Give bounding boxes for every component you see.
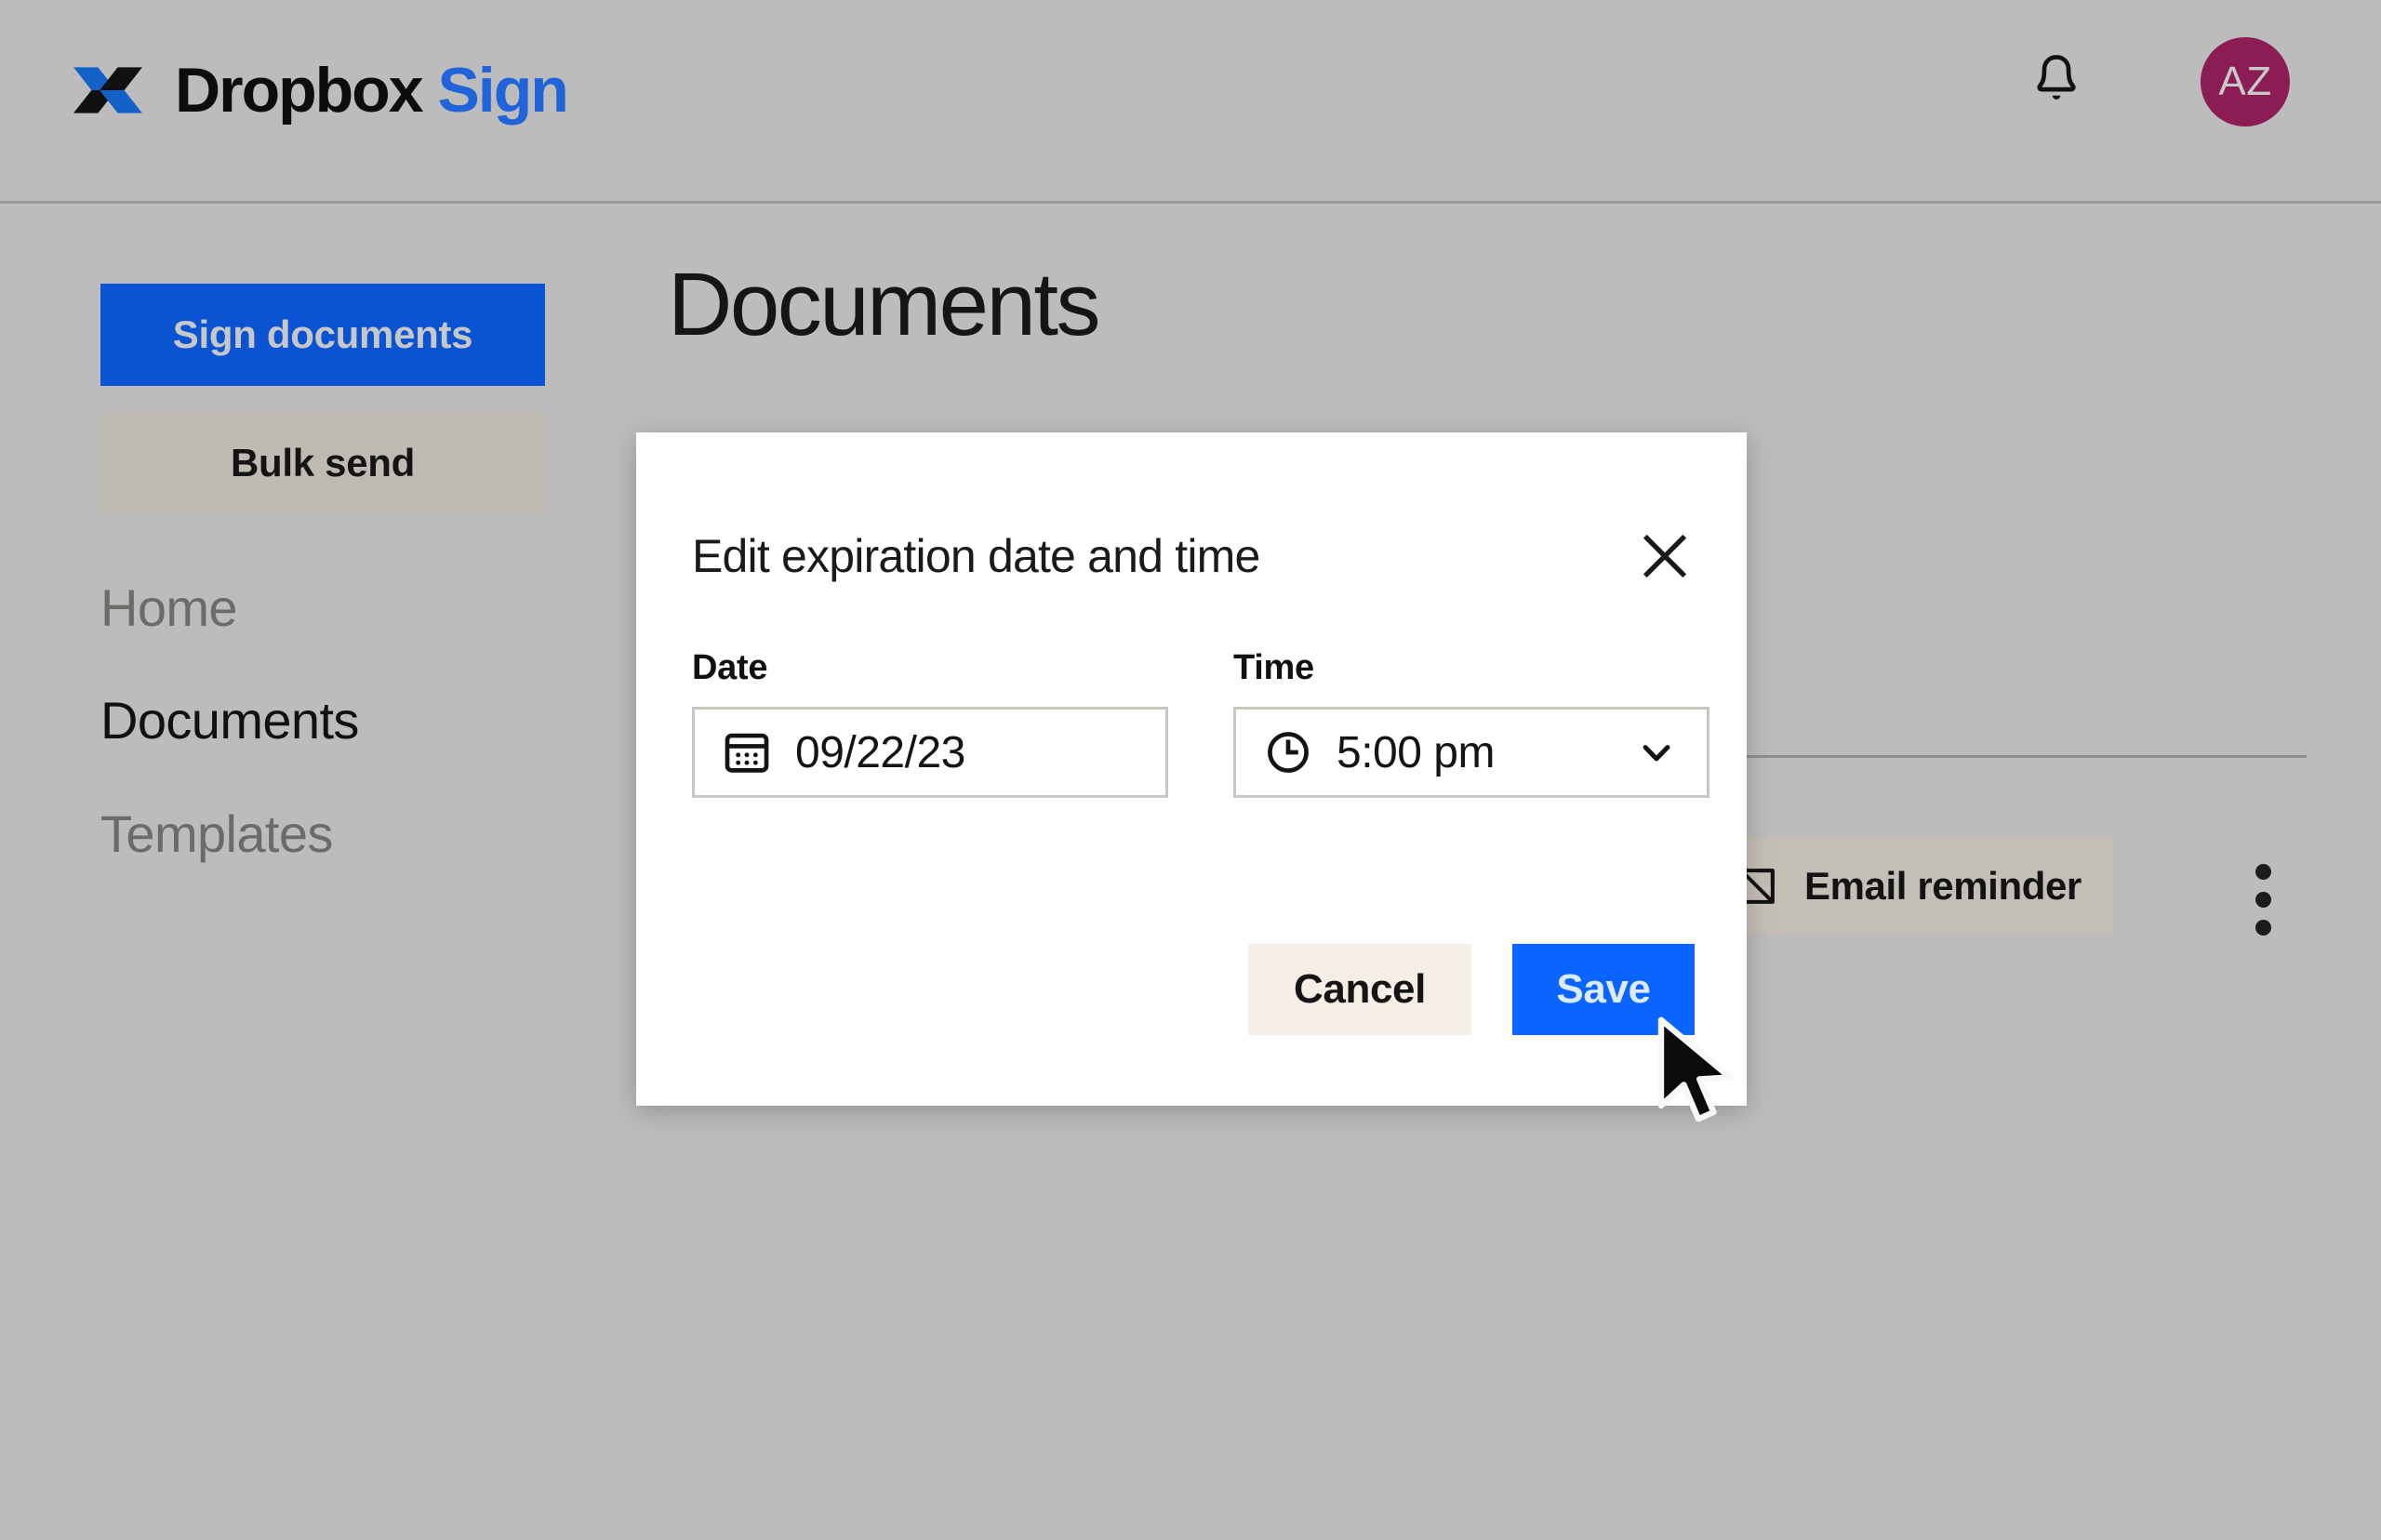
chevron-down-icon — [1643, 745, 1670, 762]
time-label: Time — [1233, 648, 1314, 687]
date-input[interactable]: 09/22/23 — [692, 707, 1168, 798]
modal-actions: Cancel Save — [1248, 944, 1695, 1035]
modal-title: Edit expiration date and time — [692, 530, 1260, 582]
modal-backdrop: Edit expiration date and time Date 09/22… — [0, 0, 2381, 1540]
close-button[interactable] — [1625, 516, 1705, 596]
clock-icon — [1268, 732, 1309, 773]
time-select[interactable]: 5:00 pm — [1233, 707, 1709, 798]
modal-fields: Date 09/22/23 Time 5:00 pm — [692, 648, 1709, 798]
date-label: Date — [692, 648, 768, 687]
edit-expiration-modal: Edit expiration date and time Date 09/22… — [636, 432, 1747, 1106]
cancel-button[interactable]: Cancel — [1248, 944, 1471, 1035]
time-field-group: Time 5:00 pm — [1233, 648, 1709, 798]
calendar-icon — [725, 733, 769, 773]
save-button[interactable]: Save — [1512, 944, 1695, 1035]
app-root: Dropbox Sign AZ Sign documents Bulk send… — [0, 0, 2381, 1540]
date-field-group: Date 09/22/23 — [692, 648, 1168, 798]
time-value: 5:00 pm — [1337, 727, 1495, 777]
date-value: 09/22/23 — [795, 727, 965, 777]
close-icon — [1643, 534, 1687, 578]
